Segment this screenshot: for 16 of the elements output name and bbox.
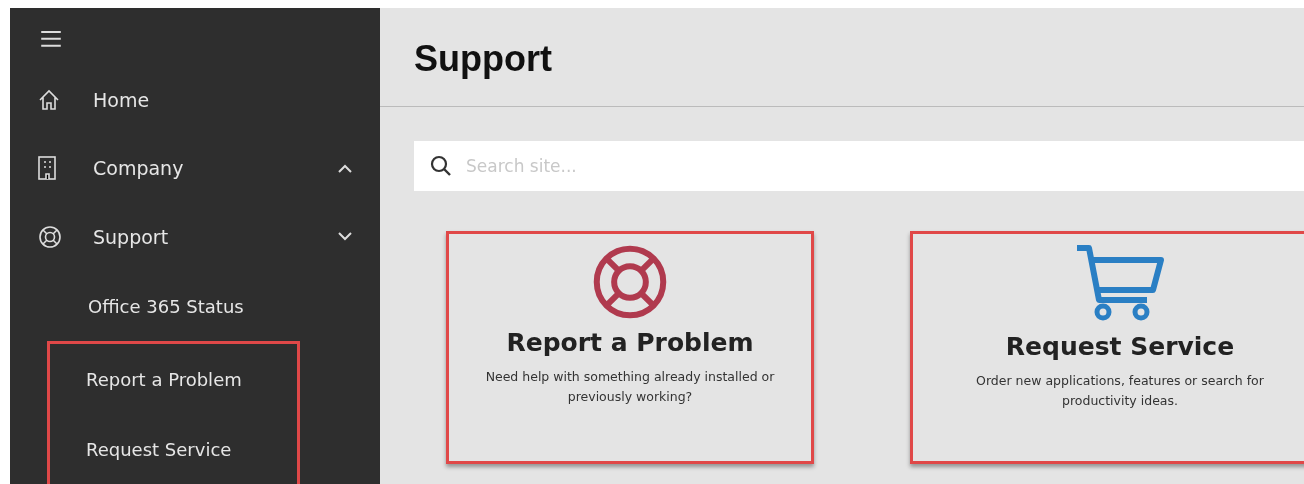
nav-item[interactable]: Company (10, 134, 380, 203)
nav-subitem[interactable]: Report a Problem (86, 344, 297, 414)
menu-icon[interactable] (40, 30, 62, 48)
service-card[interactable]: Report a Problem Need help with something already installed or previously working? (446, 231, 814, 464)
search-icon (430, 155, 452, 177)
nav-item[interactable]: Home (10, 65, 380, 135)
nav-subitem[interactable]: Office 365 Status (88, 271, 380, 341)
page-title: Support (414, 38, 553, 81)
chevron-up-icon[interactable] (338, 163, 352, 173)
lifebuoy-icon (38, 224, 62, 249)
chevron-down-icon[interactable] (338, 232, 352, 242)
nav-subitem[interactable]: Request Service (86, 414, 297, 484)
nav-item[interactable]: Support (10, 202, 380, 271)
service-card[interactable]: Request Service Order new applications, features or search for productivity ideas. (910, 231, 1304, 464)
building-icon (38, 156, 56, 181)
home-icon (38, 88, 60, 111)
